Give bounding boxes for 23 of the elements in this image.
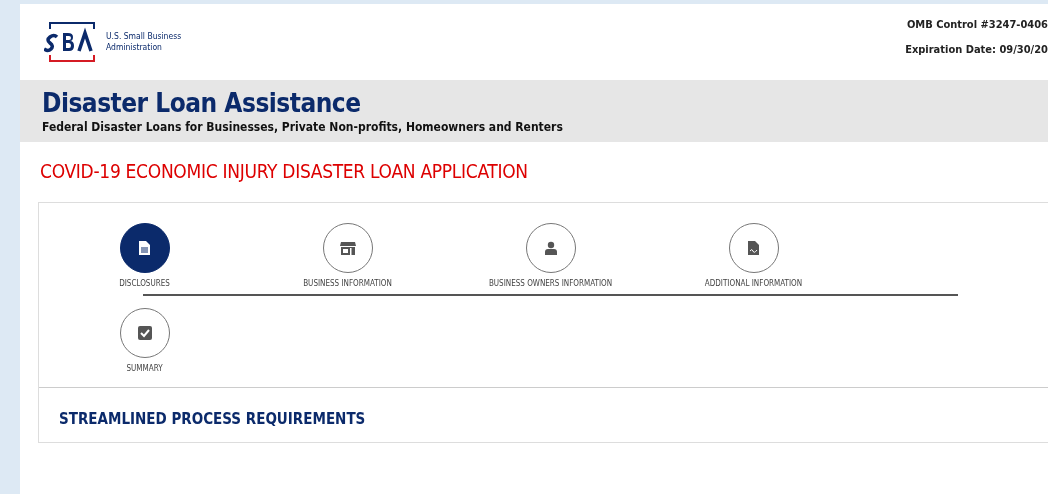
agency-name: Administration	[106, 42, 163, 53]
section-heading: STREAMLINED PROCESS REQUIREMENTS	[59, 410, 367, 428]
person-icon	[543, 241, 558, 255]
banner-subtitle: Federal Disaster Loans for Businesses, Private Non-profits, Homeowners and Renters	[42, 120, 564, 134]
step-button[interactable]	[119, 223, 170, 273]
banner-title: Disaster Loan Assistance	[42, 88, 362, 118]
omb-control-number: OMB Control #3247-0406	[906, 18, 1048, 31]
storefront-icon	[339, 241, 356, 255]
step-label: BUSINESS INFORMATION	[303, 279, 392, 288]
step-button[interactable]	[525, 223, 576, 273]
step-button[interactable]	[119, 308, 170, 358]
step-button[interactable]	[728, 223, 779, 273]
step-label: DISCLOSURES	[119, 279, 170, 288]
checkbox-icon	[137, 326, 152, 340]
agency-name: U.S. Small Business	[106, 31, 182, 42]
step-label: BUSINESS OWNERS INFORMATION	[488, 279, 613, 288]
step-label: SUMMARY	[126, 364, 163, 373]
expiration-date: Expiration Date: 09/30/20	[905, 43, 1048, 56]
step-button[interactable]	[322, 223, 373, 273]
document-icon	[139, 241, 150, 255]
step-label: ADDITIONAL INFORMATION	[704, 279, 803, 288]
file-icon	[748, 241, 759, 255]
page-title: COVID-19 ECONOMIC INJURY DISASTER LOAN APPLICATION	[40, 160, 529, 182]
